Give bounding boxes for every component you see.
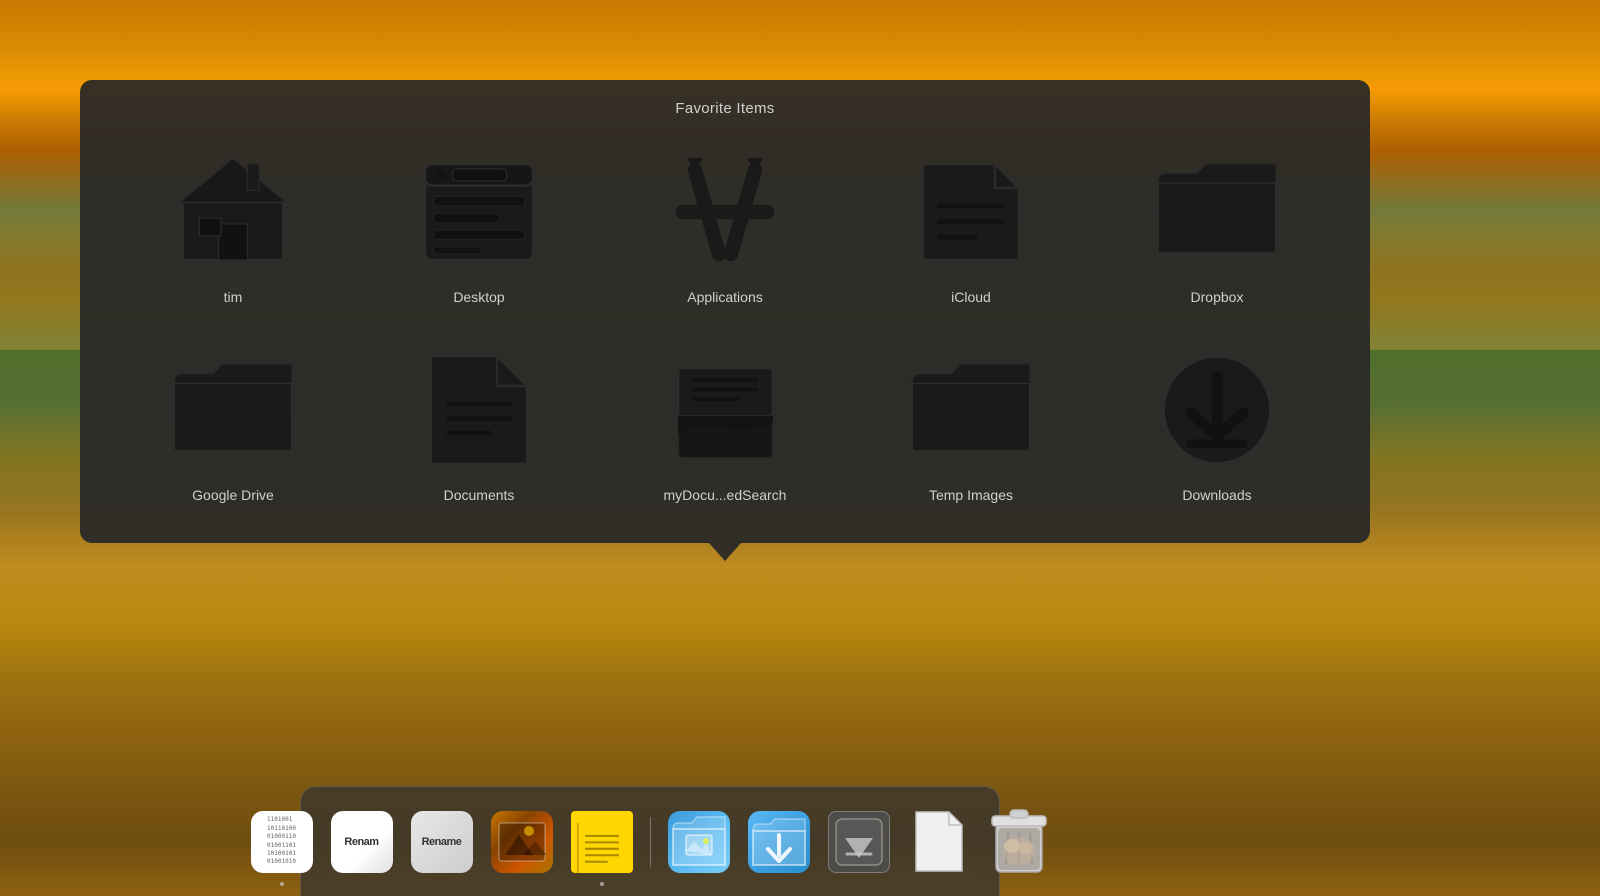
dock-item-rename2[interactable]: Rename [406,806,478,878]
dock-item-binary-viewer[interactable]: 1101001101101000100011001001101101001010… [246,806,318,878]
grid-item-mydocu[interactable]: myDocu...edSearch [602,335,848,513]
popup-arrow [709,543,741,561]
file-cabinet-icon [660,345,790,475]
notes-icon [571,811,633,873]
favorite-items-popup: Favorite Items tim [80,80,1370,543]
grid-item-icloud[interactable]: iCloud [848,137,1094,315]
icloud-label: iCloud [951,289,991,305]
mydocu-label: myDocu...edSearch [664,487,787,503]
dock-item-notes[interactable] [566,806,638,878]
grid-item-dropbox[interactable]: Dropbox [1094,137,1340,315]
downloads-label: Downloads [1182,487,1251,503]
documents-label: Documents [444,487,515,503]
dockutil-icon [828,811,890,873]
new-file-icon [913,809,965,874]
dropbox-label: Dropbox [1191,289,1244,305]
grid-item-desktop[interactable]: Desktop [356,137,602,315]
dock-separator [650,817,651,867]
dock-item-dockutil[interactable] [823,806,895,878]
grid-item-applications[interactable]: Applications [602,137,848,315]
rename1-icon: Renam [331,811,393,873]
dock-item-photos-app[interactable] [663,806,735,878]
dock-item-new-file[interactable] [903,806,975,878]
dock-item-trash[interactable] [983,806,1055,878]
photos-app-icon [668,811,730,873]
downloads-folder-icon [748,811,810,873]
dock: 1101001101101000100011001001101101001010… [300,786,1000,896]
grid-item-temp-images[interactable]: Temp Images [848,335,1094,513]
dock-dot-notes [600,882,604,886]
google-drive-folder-icon [168,345,298,475]
downloads-circle-icon [1152,345,1282,475]
browser-window-icon [414,147,544,277]
dock-item-photo-slideshow[interactable] [486,806,558,878]
rename2-icon: Rename [411,811,473,873]
applications-icon [660,147,790,277]
applications-label: Applications [687,289,763,305]
items-grid: tim Desktop [110,137,1340,513]
grid-item-downloads[interactable]: Downloads [1094,335,1340,513]
grid-item-tim[interactable]: tim [110,137,356,315]
temp-images-label: Temp Images [929,487,1013,503]
google-drive-label: Google Drive [192,487,274,503]
dock-item-rename1[interactable]: Renam [326,806,398,878]
icloud-icon [906,147,1036,277]
dropbox-folder-icon [1152,147,1282,277]
temp-images-folder-icon [906,345,1036,475]
home-icon [168,147,298,277]
grid-item-google-drive[interactable]: Google Drive [110,335,356,513]
binary-viewer-icon: 1101001101101000100011001001101101001010… [251,811,313,873]
desktop-label: Desktop [453,289,504,305]
document-icon [414,345,544,475]
dock-item-downloads-folder[interactable] [743,806,815,878]
popup-title: Favorite Items [110,100,1340,117]
tim-label: tim [224,289,243,305]
trash-icon [988,806,1050,878]
dock-dot [280,882,284,886]
grid-item-documents[interactable]: Documents [356,335,602,513]
photo-slideshow-icon [491,811,553,873]
